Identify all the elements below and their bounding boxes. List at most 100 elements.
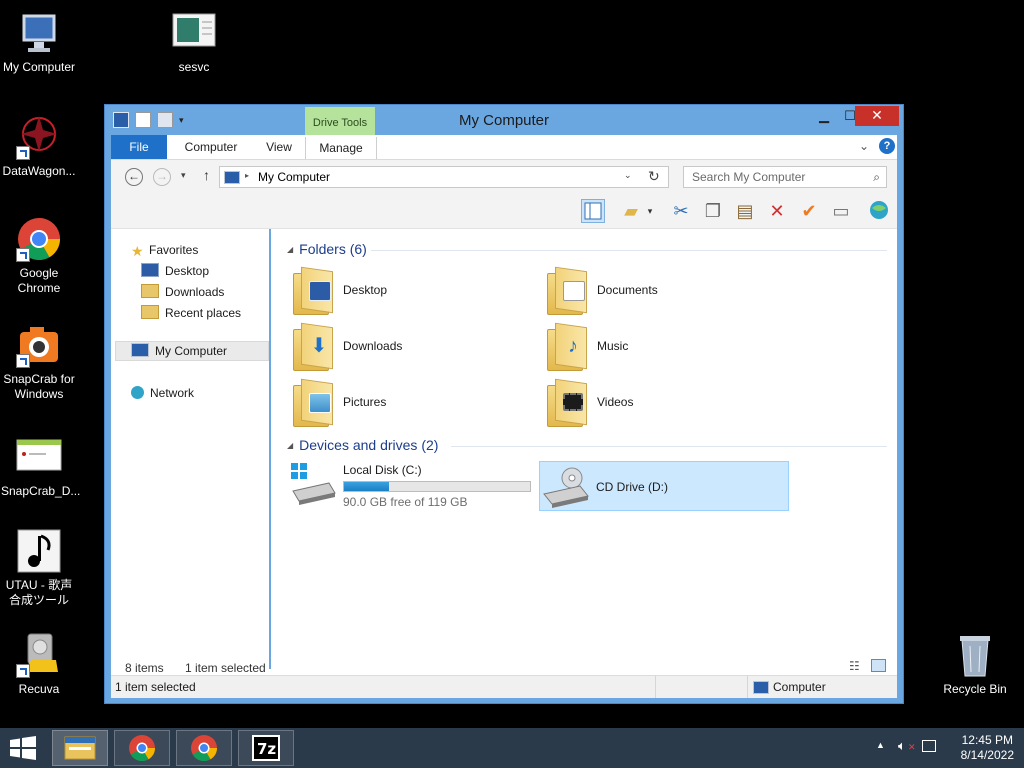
paste-icon[interactable]: ▤ bbox=[733, 199, 757, 223]
status-selected-text: 1 item selected bbox=[115, 680, 196, 694]
item-count: 8 items bbox=[125, 661, 164, 675]
tab-view[interactable]: View bbox=[255, 135, 303, 159]
desktop-icon-recuva[interactable]: Recuva bbox=[1, 632, 77, 697]
screenshot-window-icon bbox=[16, 434, 62, 480]
close-button[interactable]: ✕ bbox=[855, 106, 899, 126]
desktop-icon-sesvc[interactable]: sesvc bbox=[156, 10, 232, 75]
desktop-icon-my-computer[interactable]: My Computer bbox=[1, 10, 77, 75]
nav-network[interactable]: Network bbox=[131, 384, 194, 402]
clock[interactable]: 12:45 PM 8/14/2022 bbox=[961, 733, 1014, 763]
desktop-icon-snapcrab-d[interactable]: SnapCrab_D... bbox=[1, 434, 80, 499]
drive-local-disk-c[interactable]: Local Disk (C:) 90.0 GB free of 119 GB bbox=[287, 459, 539, 509]
refresh-icon[interactable]: ↻ bbox=[648, 168, 660, 185]
cd-drive-icon bbox=[543, 467, 589, 508]
minimize-button[interactable]: ▁ bbox=[811, 106, 837, 126]
pictures-folder-icon bbox=[293, 378, 333, 427]
address-bar[interactable]: ▸ My Computer ⌄ ↻ bbox=[219, 166, 669, 188]
volume-muted-icon[interactable]: 🔈︎ bbox=[898, 738, 906, 754]
folder-downloads[interactable]: ⬇ Downloads bbox=[287, 321, 537, 371]
shortcut-arrow-icon bbox=[16, 354, 30, 368]
taskbar-chrome-2[interactable] bbox=[176, 730, 232, 766]
copy-icon[interactable]: ❐ bbox=[701, 199, 725, 223]
chrome-icon bbox=[16, 216, 62, 262]
up-arrow-icon[interactable]: ↑ bbox=[203, 167, 210, 183]
network-tray-icon[interactable] bbox=[922, 740, 936, 752]
folder-options-icon[interactable]: ▰ bbox=[619, 199, 643, 223]
group-header-devices[interactable]: Devices and drives (2) bbox=[287, 437, 438, 453]
chrome-icon bbox=[129, 735, 156, 762]
recent-locations-icon[interactable]: ▾ bbox=[181, 170, 186, 181]
taskbar-7zip[interactable]: 7z bbox=[238, 730, 294, 766]
desktop-icon-recycle-bin[interactable]: Recycle Bin bbox=[937, 632, 1013, 697]
svg-text:7z: 7z bbox=[257, 740, 276, 758]
star-icon: ★ bbox=[131, 243, 144, 259]
details-view-icon[interactable]: ☷ bbox=[849, 659, 860, 673]
nav-downloads[interactable]: Downloads bbox=[141, 283, 224, 301]
group-header-folders[interactable]: Folders (6) bbox=[287, 241, 367, 257]
computer-nav-icon bbox=[131, 343, 149, 357]
music-folder-icon: ♪ bbox=[547, 322, 587, 371]
status-divider bbox=[747, 676, 748, 698]
toolbar: ▰ ▾ ✂ ❐ ▤ ✕ ✔ ▭ bbox=[111, 194, 897, 229]
title-bar[interactable]: ▾ Drive Tools My Computer ▁ ☐ ✕ bbox=[105, 105, 903, 137]
folder-videos[interactable]: Videos bbox=[541, 377, 791, 427]
taskbar-file-explorer[interactable] bbox=[52, 730, 108, 766]
status-location-text: Computer bbox=[773, 680, 826, 694]
folder-music[interactable]: ♪ Music bbox=[541, 321, 791, 371]
desktop-icon-utau[interactable]: UTAU - 歌声合成ツール bbox=[1, 528, 77, 608]
help-icon[interactable]: ? bbox=[879, 138, 895, 154]
desktop-icon-datawagon[interactable]: DataWagon... bbox=[1, 114, 77, 179]
recuva-icon bbox=[16, 632, 62, 678]
nav-desktop[interactable]: Desktop bbox=[141, 262, 209, 280]
explorer-window[interactable]: ▾ Drive Tools My Computer ▁ ☐ ✕ File Com… bbox=[104, 104, 904, 704]
tab-manage[interactable]: Manage bbox=[305, 137, 377, 159]
camera-icon bbox=[16, 322, 62, 368]
nav-recent-places[interactable]: Recent places bbox=[141, 304, 241, 322]
shortcut-arrow-icon bbox=[16, 248, 30, 262]
folder-options-dropdown-icon[interactable]: ▾ bbox=[643, 199, 657, 223]
large-icons-view-icon[interactable] bbox=[871, 659, 886, 672]
desktop-icon-snapcrab[interactable]: SnapCrab for Windows bbox=[1, 322, 77, 402]
downloads-folder-icon: ⬇ bbox=[293, 322, 333, 371]
breadcrumb[interactable]: My Computer bbox=[258, 170, 330, 184]
navigation-pane: ★ Favorites Desktop Downloads Recent plac… bbox=[111, 229, 269, 669]
cut-icon[interactable]: ✂ bbox=[669, 199, 693, 223]
folder-desktop[interactable]: Desktop bbox=[287, 265, 537, 315]
shortcut-arrow-icon bbox=[16, 664, 30, 678]
7zip-icon: 7z bbox=[252, 735, 280, 761]
search-input[interactable]: Search My Computer ⌕ bbox=[683, 166, 887, 188]
breadcrumb-separator-icon[interactable]: ▸ bbox=[245, 171, 249, 180]
taskbar-chrome-1[interactable] bbox=[114, 730, 170, 766]
folder-documents[interactable]: Documents bbox=[541, 265, 791, 315]
search-icon[interactable]: ⌕ bbox=[873, 167, 880, 187]
checkmark-icon[interactable]: ✔ bbox=[797, 199, 821, 223]
desktop-icon-google-chrome[interactable]: Google Chrome bbox=[1, 216, 77, 296]
nav-my-computer[interactable]: My Computer bbox=[131, 342, 227, 360]
clock-time: 12:45 PM bbox=[961, 733, 1013, 747]
delete-icon[interactable]: ✕ bbox=[765, 199, 789, 223]
tab-computer[interactable]: Computer bbox=[167, 135, 255, 159]
music-note-icon bbox=[16, 528, 62, 574]
datawagon-icon bbox=[16, 114, 62, 160]
back-button[interactable]: ← bbox=[125, 168, 143, 186]
preview-pane-icon[interactable] bbox=[581, 199, 605, 223]
muted-x-icon: ✕ bbox=[908, 742, 916, 752]
recycle-bin-icon bbox=[952, 632, 998, 678]
chrome-icon bbox=[191, 735, 218, 762]
downloads-folder-icon bbox=[141, 284, 159, 298]
show-hidden-icons-icon[interactable]: ▲ bbox=[876, 740, 885, 750]
documents-folder-icon bbox=[547, 266, 587, 315]
address-dropdown-icon[interactable]: ⌄ bbox=[624, 170, 632, 181]
expand-ribbon-icon[interactable]: ⌄ bbox=[859, 139, 869, 153]
globe-icon[interactable] bbox=[867, 199, 891, 223]
start-button[interactable] bbox=[8, 736, 38, 760]
desktop-folder-icon bbox=[293, 266, 333, 315]
drive-cd-d[interactable]: CD Drive (D:) bbox=[539, 461, 789, 511]
disk-usage-bar bbox=[343, 481, 531, 492]
rename-icon[interactable]: ▭ bbox=[829, 199, 853, 223]
folder-pictures[interactable]: Pictures bbox=[287, 377, 537, 427]
forward-button[interactable]: → bbox=[153, 168, 171, 186]
nav-favorites[interactable]: ★ Favorites bbox=[131, 241, 198, 259]
status-divider bbox=[655, 676, 656, 698]
tab-file[interactable]: File bbox=[111, 135, 167, 159]
